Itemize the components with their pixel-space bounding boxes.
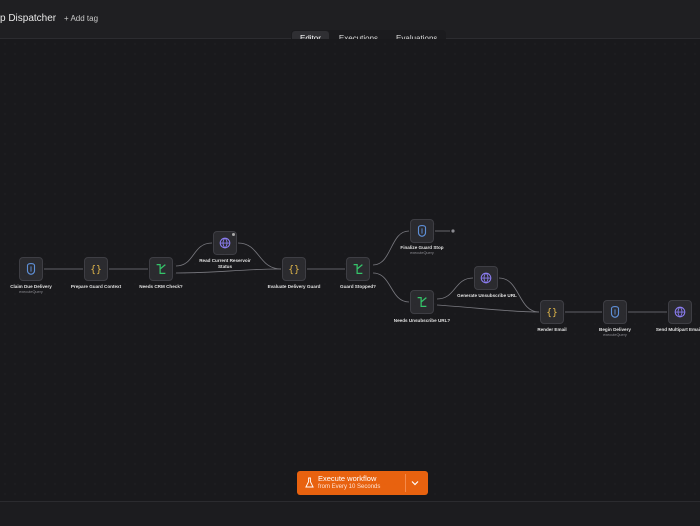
node-render-email[interactable]: {}: [540, 300, 564, 324]
node-label: Claim Due Delivery: [10, 284, 52, 289]
edge-unsub-render: [436, 304, 540, 313]
edge-crm-evaluate: [175, 268, 282, 274]
node-label: Send Multipart Emai: [655, 327, 700, 332]
http-globe-icon: [219, 237, 231, 249]
node-prepare-guard-context[interactable]: {}: [84, 257, 108, 281]
flask-icon: [305, 477, 314, 488]
node-label: Render Email: [537, 327, 567, 332]
if-branch-icon: [353, 264, 363, 274]
execute-workflow-main[interactable]: Execute workflow from Every 10 Seconds: [297, 471, 405, 495]
code-braces-icon: {}: [546, 308, 558, 319]
execute-workflow-trigger: from Every 10 Seconds: [318, 484, 381, 490]
node-badge-icon: [232, 233, 235, 236]
code-braces-icon: {}: [288, 265, 300, 276]
execute-workflow-label: Execute workflow: [318, 474, 377, 483]
node-label: Finalize Guard Stop: [400, 245, 444, 250]
svg-text:{}: {}: [288, 265, 300, 276]
postgres-icon: [610, 305, 620, 318]
node-label: Guard Stopped?: [340, 284, 376, 289]
chevron-down-icon[interactable]: [410, 478, 420, 488]
node-send-multipart-email[interactable]: [668, 300, 692, 324]
node-subtitle: executeQuery: [410, 251, 434, 255]
node-subtitle: executeQuery: [603, 333, 627, 337]
end-dot-finalize: [451, 229, 455, 233]
http-globe-icon: [480, 272, 492, 284]
node-label: Read Current Reservoir Status: [199, 258, 251, 269]
if-branch-icon: [417, 297, 427, 307]
node-label: Generate Unsubscribe URL: [457, 293, 517, 298]
node-subtitle: executeQuery: [19, 290, 43, 294]
postgres-icon: [417, 224, 427, 237]
divider: [405, 474, 406, 492]
node-label: Needs CRM Check?: [139, 284, 183, 289]
node-claim-due-delivery[interactable]: [19, 257, 43, 281]
node-needs-crm-check[interactable]: [149, 257, 173, 281]
if-branch-icon: [156, 264, 166, 274]
node-needs-unsubscribe-url[interactable]: [410, 290, 434, 314]
node-label: Needs Unsubscribe URL?: [393, 318, 451, 323]
node-label: Begin Delivery: [599, 327, 631, 332]
node-begin-delivery[interactable]: [603, 300, 627, 324]
postgres-icon: [26, 262, 36, 275]
node-generate-unsubscribe-url[interactable]: [474, 266, 498, 290]
node-label: Prepare Guard Context: [70, 284, 122, 289]
svg-text:{}: {}: [546, 308, 558, 319]
node-guard-stopped[interactable]: [346, 257, 370, 281]
execute-workflow-button[interactable]: Execute workflow from Every 10 Seconds: [297, 471, 428, 495]
bottom-bar: [0, 501, 700, 526]
svg-text:{}: {}: [90, 265, 102, 276]
node-finalize-guard-stop[interactable]: [410, 219, 434, 243]
http-globe-icon: [674, 306, 686, 318]
code-braces-icon: {}: [90, 265, 102, 276]
node-evaluate-delivery-guard[interactable]: {}: [282, 257, 306, 281]
node-label: Evaluate Delivery Guard: [267, 284, 321, 289]
